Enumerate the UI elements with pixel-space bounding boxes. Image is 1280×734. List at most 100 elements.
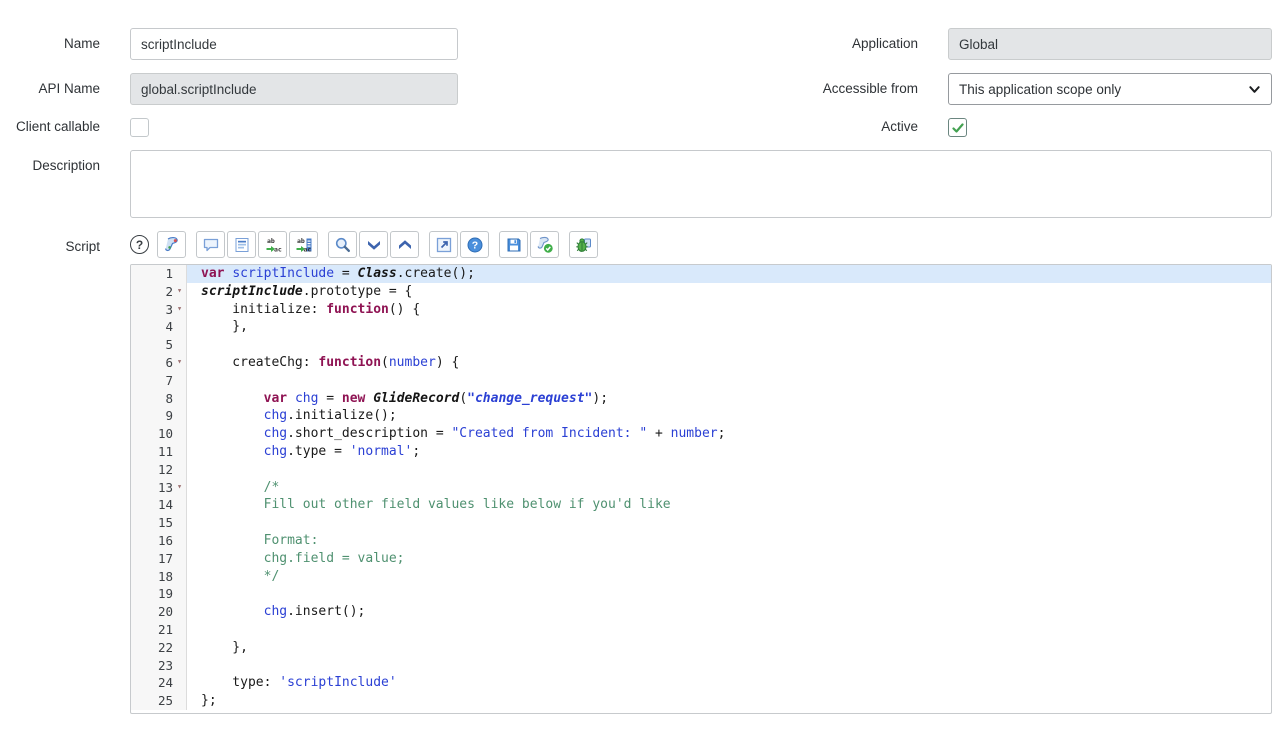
line-number-gutter: 9	[131, 407, 187, 425]
fold-arrow-icon[interactable]: ▾	[173, 283, 186, 301]
line-number-gutter: 19	[131, 585, 187, 603]
code-line: 1var scriptInclude = Class.create();	[131, 265, 1271, 283]
replace-all-icon: abac	[295, 236, 313, 254]
script-toolbar: ? abacabac?	[130, 231, 1272, 258]
code-line: 4 },	[131, 318, 1271, 336]
fold-arrow-icon[interactable]: ▾	[173, 354, 186, 372]
script-debugger-button[interactable]	[569, 231, 598, 258]
toolbar-group	[499, 231, 559, 258]
line-number-gutter: 11	[131, 443, 187, 461]
toggle-fullscreen-button[interactable]	[429, 231, 458, 258]
format-code-icon	[233, 236, 251, 254]
api-name-input	[130, 73, 458, 105]
fold-arrow-icon[interactable]: ▾	[173, 301, 186, 319]
code-line-text	[187, 585, 1271, 603]
line-number-gutter: 1	[131, 265, 187, 283]
code-line-text	[187, 657, 1271, 675]
code-line: 19	[131, 585, 1271, 603]
code-line-text: var chg = new GlideRecord("change_reques…	[187, 390, 1271, 408]
line-number-gutter: 22	[131, 639, 187, 657]
replace-icon: abac	[264, 236, 282, 254]
svg-text:ab: ab	[267, 237, 275, 245]
code-line-text	[187, 372, 1271, 390]
code-line-text: },	[187, 639, 1271, 657]
line-number-gutter: 14	[131, 496, 187, 514]
application-input	[948, 28, 1272, 60]
line-number-gutter: 23	[131, 657, 187, 675]
code-line-text	[187, 336, 1271, 354]
accessible-from-label: Accessible from	[730, 81, 918, 97]
find-previous-button[interactable]	[390, 231, 419, 258]
replace-all-button[interactable]: abac	[289, 231, 318, 258]
name-input[interactable]	[130, 28, 458, 60]
editor-help-button[interactable]: ?	[460, 231, 489, 258]
toolbar-group: abacabac	[196, 231, 318, 258]
find-next-button[interactable]	[359, 231, 388, 258]
replace-button[interactable]: abac	[258, 231, 287, 258]
api-name-label: API Name	[0, 81, 100, 97]
svg-text:ab: ab	[297, 237, 305, 245]
toggle-fullscreen-icon	[435, 236, 453, 254]
code-line: 3▾ initialize: function() {	[131, 301, 1271, 319]
chevron-down-icon	[1248, 83, 1261, 96]
description-textarea[interactable]	[130, 150, 1272, 218]
name-label: Name	[0, 36, 100, 52]
code-line-text: chg.type = 'normal';	[187, 443, 1271, 461]
toolbar-group	[328, 231, 419, 258]
line-number-gutter: 24	[131, 674, 187, 692]
code-line: 23	[131, 657, 1271, 675]
line-number-gutter: 12	[131, 461, 187, 479]
code-line: 22 },	[131, 639, 1271, 657]
format-code-button[interactable]	[227, 231, 256, 258]
line-number-gutter: 2▾	[131, 283, 187, 301]
accessible-from-value: This application scope only	[959, 82, 1121, 97]
code-line: 6▾ createChg: function(number) {	[131, 354, 1271, 372]
code-line: 21	[131, 621, 1271, 639]
accessible-from-select[interactable]: This application scope only	[948, 73, 1272, 105]
line-number-gutter: 18	[131, 568, 187, 586]
code-line: 11 chg.type = 'normal';	[131, 443, 1271, 461]
code-line: 16 Format:	[131, 532, 1271, 550]
code-line-text	[187, 621, 1271, 639]
field-help-icon[interactable]: ?	[130, 235, 149, 254]
syntax-editor-icon	[163, 236, 181, 254]
line-number-gutter: 5	[131, 336, 187, 354]
code-line-text: /*	[187, 479, 1271, 497]
client-callable-checkbox[interactable]	[130, 118, 149, 137]
active-label: Active	[730, 119, 918, 135]
script-include-form: Name Application API Name Accessible fro…	[0, 0, 1280, 724]
code-line: 9 chg.initialize();	[131, 407, 1271, 425]
search-button[interactable]	[328, 231, 357, 258]
code-line-text: Format:	[187, 532, 1271, 550]
line-number-gutter: 10	[131, 425, 187, 443]
script-debugger-icon	[575, 236, 593, 254]
code-line-text: chg.initialize();	[187, 407, 1271, 425]
script-field: ? abacabac? 1var scriptInclude = Class.c…	[130, 231, 1272, 714]
save-button[interactable]	[499, 231, 528, 258]
toggle-comment-button[interactable]	[196, 231, 225, 258]
line-number-gutter: 8	[131, 390, 187, 408]
line-number-gutter: 21	[131, 621, 187, 639]
search-icon	[334, 236, 352, 254]
line-number-gutter: 17	[131, 550, 187, 568]
line-number-gutter: 6▾	[131, 354, 187, 372]
code-line-text: type: 'scriptInclude'	[187, 674, 1271, 692]
line-number-gutter: 16	[131, 532, 187, 550]
code-line: 17 chg.field = value;	[131, 550, 1271, 568]
check-syntax-button[interactable]	[530, 231, 559, 258]
save-icon	[505, 236, 523, 254]
script-code-editor[interactable]: 1var scriptInclude = Class.create();2▾sc…	[130, 264, 1272, 714]
fold-arrow-icon[interactable]: ▾	[173, 479, 186, 497]
active-code-line-text: var scriptInclude = Class.create();	[187, 265, 1271, 283]
syntax-editor-button[interactable]	[157, 231, 186, 258]
toolbar-group: ?	[429, 231, 489, 258]
code-line: 15	[131, 514, 1271, 532]
code-line: 10 chg.short_description = "Created from…	[131, 425, 1271, 443]
code-line-text: },	[187, 318, 1271, 336]
line-number-gutter: 7	[131, 372, 187, 390]
line-number-gutter: 13▾	[131, 479, 187, 497]
line-number-gutter: 20	[131, 603, 187, 621]
code-line: 8 var chg = new GlideRecord("change_requ…	[131, 390, 1271, 408]
svg-text:ac: ac	[274, 245, 282, 253]
active-checkbox[interactable]	[948, 118, 967, 137]
